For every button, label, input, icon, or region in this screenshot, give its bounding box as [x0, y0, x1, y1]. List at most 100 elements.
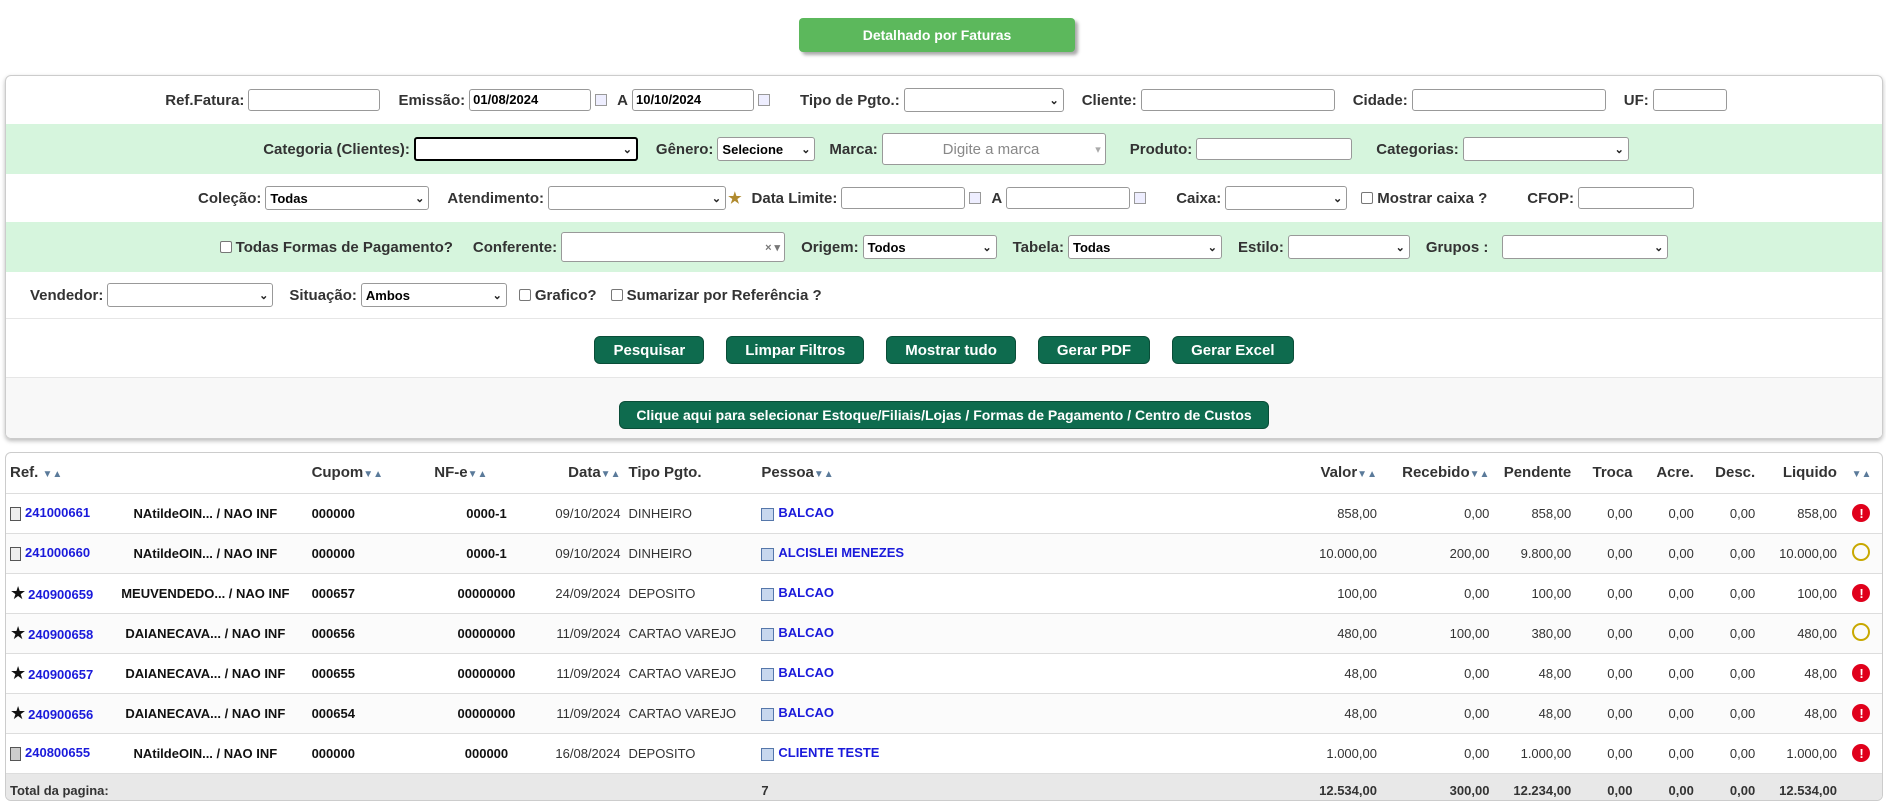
pendente-cell: 48,00	[1493, 693, 1576, 734]
origem-value: Todos	[867, 239, 906, 255]
building-icon	[761, 587, 775, 601]
alert-icon[interactable]: !	[1852, 504, 1871, 522]
tabela-select[interactable]: Todas ⌄	[1068, 235, 1222, 259]
todas-formas-checkbox[interactable]	[219, 241, 232, 253]
uf-input[interactable]	[1652, 89, 1727, 111]
document-icon	[10, 506, 21, 521]
table-row[interactable]: 240800655 NAtildeOIN... / NAO INF 000000 00…	[6, 733, 1882, 774]
emissao-start-input[interactable]: 01/08/2024	[469, 89, 592, 111]
building-icon	[761, 627, 775, 641]
selection-row: Clique aqui para selecionar Estoque/Fili…	[6, 400, 1882, 430]
pessoa-link[interactable]: BALCAO	[778, 505, 834, 520]
genero-select[interactable]: Selecione ⌄	[717, 137, 816, 161]
categorias-select[interactable]: ⌄	[1462, 137, 1629, 161]
ref-cell: ★ 240900658	[6, 613, 104, 654]
col-nfe[interactable]: NF-e▼▲	[430, 453, 543, 494]
detalhado-por-faturas-button[interactable]: Detalhado por Faturas	[799, 18, 1075, 52]
col-ref[interactable]: Ref. ▼▲	[6, 453, 104, 494]
calendar-icon[interactable]	[969, 192, 982, 204]
pending-circle-icon[interactable]	[1852, 542, 1871, 561]
pessoa-link[interactable]: BALCAO	[778, 705, 834, 720]
atendimento-select[interactable]: ⌄	[548, 186, 727, 210]
col-data[interactable]: Data▼▲	[542, 453, 625, 494]
alert-icon[interactable]: !	[1852, 744, 1871, 762]
colecao-select[interactable]: Todas ⌄	[265, 186, 430, 210]
calendar-icon[interactable]	[1134, 192, 1147, 204]
col-status[interactable]: ▼▲	[1840, 453, 1882, 494]
star-icon[interactable]: ★	[728, 189, 741, 207]
calendar-icon[interactable]	[595, 94, 608, 106]
data-limite-start-input[interactable]	[841, 187, 966, 209]
origem-select[interactable]: Todos ⌄	[862, 235, 997, 259]
pessoa-cell: BALCAO	[757, 693, 1289, 734]
pending-circle-icon[interactable]	[1852, 622, 1871, 641]
col-pessoa[interactable]: Pessoa▼▲	[757, 453, 1289, 494]
alert-icon[interactable]: !	[1852, 704, 1871, 722]
mostrar-tudo-button[interactable]: Mostrar tudo	[886, 336, 1016, 364]
col-acre: Acre.	[1636, 453, 1698, 494]
sumarizar-label: Sumarizar por Referência ?	[626, 286, 822, 304]
grafico-checkbox[interactable]	[518, 289, 531, 301]
pesquisar-button[interactable]: Pesquisar	[594, 336, 705, 364]
recebido-cell: 0,00	[1380, 573, 1494, 614]
ref-link[interactable]: 240900658	[28, 627, 93, 642]
vendedor-select[interactable]: ⌄	[107, 283, 274, 307]
grupos-select[interactable]: ⌄	[1502, 235, 1669, 259]
emissao-end-input[interactable]: 10/10/2024	[631, 89, 754, 111]
chevron-down-icon: ⌄	[622, 143, 632, 156]
categoria-clientes-select[interactable]: ⌄	[413, 137, 638, 161]
ref-link[interactable]: 241000661	[25, 505, 90, 520]
tipo-pgto-select[interactable]: ⌄	[903, 88, 1064, 112]
sort-icon[interactable]: ▼▲	[1357, 469, 1377, 480]
pessoa-link[interactable]: BALCAO	[778, 625, 834, 640]
col-recebido[interactable]: Recebido▼▲	[1380, 453, 1494, 494]
sort-icon[interactable]: ▼▲	[601, 469, 621, 480]
pessoa-link[interactable]: ALCISLEI MENEZES	[778, 545, 904, 560]
sort-icon[interactable]: ▼▲	[1852, 469, 1872, 480]
cidade-input[interactable]	[1411, 89, 1606, 111]
mostrar-caixa-checkbox[interactable]	[1361, 192, 1374, 204]
data-limite-end-input[interactable]	[1006, 187, 1131, 209]
table-row[interactable]: ★ 240900657 DAIANECAVA... / NAO INF 000655 0…	[6, 653, 1882, 694]
cliente-input[interactable]	[1140, 89, 1335, 111]
table-row[interactable]: 241000660 NAtildeOIN... / NAO INF 000000 00…	[6, 533, 1882, 574]
pessoa-link[interactable]: CLIENTE TESTE	[778, 745, 879, 760]
col-cupom[interactable]: Cupom▼▲	[307, 453, 431, 494]
pessoa-link[interactable]: BALCAO	[778, 585, 834, 600]
alert-icon[interactable]: !	[1852, 584, 1871, 602]
table-row[interactable]: ★ 240900659 MEUVENDEDO... / NAO INF 000657 0…	[6, 573, 1882, 614]
limpar-filtros-button[interactable]: Limpar Filtros	[726, 336, 865, 364]
sort-icon[interactable]: ▼▲	[363, 469, 383, 480]
table-row[interactable]: ★ 240900656 DAIANECAVA... / NAO INF 000654 0…	[6, 693, 1882, 734]
ref-link[interactable]: 240800655	[25, 745, 90, 760]
table-row[interactable]: ★ 240900658 DAIANECAVA... / NAO INF 000656 0…	[6, 613, 1882, 654]
sort-icon[interactable]: ▼▲	[814, 469, 834, 480]
conferente-select[interactable]: × ▾	[561, 232, 786, 262]
cfop-input[interactable]	[1577, 187, 1694, 209]
gerar-excel-button[interactable]: Gerar Excel	[1172, 336, 1294, 364]
ref-link[interactable]: 240900656	[28, 707, 93, 722]
produto-input[interactable]	[1196, 138, 1353, 160]
pessoa-link[interactable]: BALCAO	[778, 665, 834, 680]
status-cell: !	[1840, 493, 1882, 534]
alert-icon[interactable]: !	[1852, 664, 1871, 682]
marca-select[interactable]: Digite a marca ▾	[881, 133, 1106, 165]
sumarizar-checkbox[interactable]	[610, 289, 623, 301]
col-valor[interactable]: Valor▼▲	[1288, 453, 1381, 494]
situacao-select[interactable]: Ambos ⌄	[360, 283, 507, 307]
gerar-pdf-button[interactable]: Gerar PDF	[1037, 336, 1151, 364]
sort-icon[interactable]: ▼▲	[1470, 469, 1490, 480]
sort-icon[interactable]: ▼▲	[468, 469, 488, 480]
total-row: Total da pagina: 7 12.534,00 300,00 12.234,0…	[6, 773, 1882, 800]
caixa-select[interactable]: ⌄	[1225, 186, 1348, 210]
calendar-icon[interactable]	[757, 94, 770, 106]
ref-fatura-input[interactable]	[248, 89, 381, 111]
genero-value: Selecione	[722, 141, 784, 157]
ref-link[interactable]: 240900657	[28, 667, 93, 682]
ref-link[interactable]: 240900659	[28, 587, 93, 602]
selecionar-estoque-button[interactable]: Clique aqui para selecionar Estoque/Fili…	[619, 401, 1269, 429]
estilo-select[interactable]: ⌄	[1287, 235, 1410, 259]
table-row[interactable]: 241000661 NAtildeOIN... / NAO INF 000000 00…	[6, 493, 1882, 534]
ref-link[interactable]: 241000660	[25, 545, 90, 560]
sort-icon[interactable]: ▼▲	[43, 469, 63, 480]
